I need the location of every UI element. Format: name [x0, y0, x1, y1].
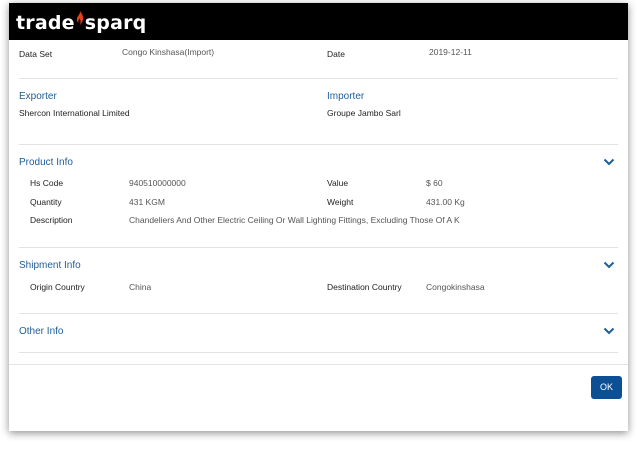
- footer-divider: [9, 364, 628, 365]
- origin-country-value: China: [129, 282, 152, 292]
- quantity-value: 431 KGM: [129, 197, 165, 207]
- destination-country-value: Congokinshasa: [426, 282, 485, 292]
- modal-header: trade sparq: [9, 3, 628, 40]
- tradesparq-logo: trade sparq: [16, 11, 147, 34]
- origin-country-label: Origin Country: [30, 282, 85, 292]
- logo-text-sparq: sparq: [84, 12, 147, 34]
- value-value: $ 60: [426, 178, 443, 188]
- chevron-down-icon[interactable]: [603, 327, 615, 335]
- date-label: Date: [327, 49, 345, 59]
- weight-value: 431.00 Kg: [426, 197, 465, 207]
- data-set-label: Data Set: [19, 49, 53, 59]
- exporter-title: Exporter: [19, 91, 57, 102]
- flame-icon: [76, 11, 84, 34]
- parties-row: Exporter Shercon International Limited I…: [19, 79, 618, 145]
- other-info-title[interactable]: Other Info: [19, 326, 63, 337]
- data-set-value: Congo Kinshasa(Import): [122, 47, 215, 57]
- weight-label: Weight: [327, 197, 354, 207]
- summary-row: Data Set Congo Kinshasa(Import) Date 201…: [19, 40, 618, 79]
- value-label: Value: [327, 178, 349, 188]
- quantity-label: Quantity: [30, 197, 62, 207]
- hs-code-label: Hs Code: [30, 178, 64, 188]
- ok-button[interactable]: OK: [591, 376, 622, 399]
- other-info-section: Other Info: [19, 314, 618, 353]
- exporter-name: Shercon International Limited: [19, 108, 130, 118]
- product-info-title[interactable]: Product Info: [19, 157, 73, 168]
- record-detail-modal: trade sparq Data Set Congo Kinshasa(Impor…: [9, 3, 628, 431]
- date-value: 2019-12-11: [429, 47, 472, 57]
- hs-code-value: 940510000000: [129, 178, 186, 188]
- chevron-down-icon[interactable]: [603, 158, 615, 166]
- product-info-section: Product Info Hs Code 940510000000 Value …: [19, 145, 618, 248]
- description-value: Chandeliers And Other Electric Ceiling O…: [129, 215, 460, 225]
- shipment-info-section: Shipment Info Origin Country China Desti…: [19, 248, 618, 314]
- importer-title: Importer: [327, 91, 365, 102]
- destination-country-label: Destination Country: [327, 282, 402, 292]
- description-label: Description: [30, 215, 73, 225]
- chevron-down-icon[interactable]: [603, 261, 615, 269]
- importer-name: Groupe Jambo Sarl: [327, 108, 401, 118]
- logo-text-trade: trade: [16, 12, 75, 34]
- shipment-info-title[interactable]: Shipment Info: [19, 260, 81, 271]
